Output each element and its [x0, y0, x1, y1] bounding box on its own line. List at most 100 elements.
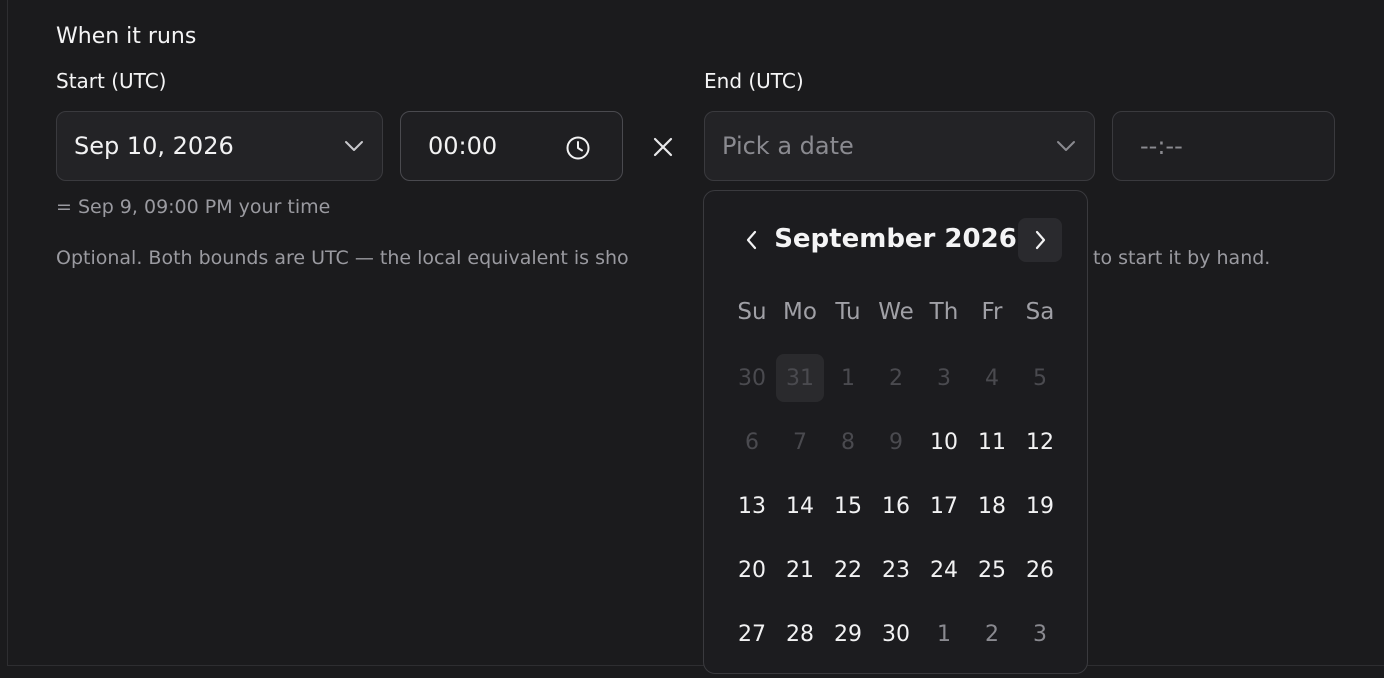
calendar-day-number: 23 [882, 557, 910, 583]
calendar-day-number: 17 [930, 493, 958, 519]
calendar-day-number: 1 [937, 621, 951, 647]
calendar-day-number: 3 [937, 365, 951, 391]
section-title: When it runs [56, 24, 197, 49]
calendar-day-number: 9 [889, 429, 903, 455]
calendar-day-number: 25 [978, 557, 1006, 583]
calendar-day-number: 1 [841, 365, 855, 391]
chevron-right-icon [1035, 230, 1046, 250]
calendar-day-number: 6 [745, 429, 759, 455]
calendar-day-number: 12 [1026, 429, 1054, 455]
weekday-label: We [878, 299, 914, 325]
calendar-day[interactable]: 12 [1016, 410, 1064, 474]
calendar-day[interactable]: 16 [872, 474, 920, 538]
calendar-day[interactable]: 25 [968, 538, 1016, 602]
calendar-day: 1 [824, 346, 872, 410]
calendar-day-number: 26 [1026, 557, 1054, 583]
calendar-day[interactable]: 10 [920, 410, 968, 474]
calendar-day[interactable]: 1 [920, 602, 968, 666]
calendar-day[interactable]: 19 [1016, 474, 1064, 538]
note-text-right: to start it by hand. [1093, 247, 1271, 269]
calendar-day[interactable]: 18 [968, 474, 1016, 538]
start-time-value: 00:00 [428, 132, 498, 160]
note-text-left: Optional. Both bounds are UTC — the loca… [56, 247, 629, 269]
calendar-day: 31 [776, 346, 824, 410]
weekday-header: Su Mo Tu We Th Fr Sa [728, 299, 1064, 325]
weekday-label: Th [929, 299, 959, 325]
calendar-day-number: 13 [738, 493, 766, 519]
calendar-day: 7 [776, 410, 824, 474]
calendar-day: 4 [968, 346, 1016, 410]
start-time-input[interactable]: 00:00 [400, 111, 623, 181]
end-time-input[interactable]: --:-- [1112, 111, 1335, 181]
calendar-day-number: 20 [738, 557, 766, 583]
calendar-day: 9 [872, 410, 920, 474]
calendar-day-number: 2 [889, 365, 903, 391]
start-date-picker[interactable]: Sep 10, 2026 [56, 111, 383, 181]
end-time-placeholder: --:-- [1140, 132, 1183, 160]
calendar-day-number: 5 [1033, 365, 1047, 391]
calendar-day[interactable]: 30 [872, 602, 920, 666]
weekday-label: Mo [783, 299, 817, 325]
end-label: End (UTC) [704, 69, 804, 93]
start-label: Start (UTC) [56, 69, 167, 93]
chevron-down-icon [345, 141, 363, 151]
calendar-day-number: 30 [882, 621, 910, 647]
calendar-day[interactable]: 13 [728, 474, 776, 538]
calendar-day[interactable]: 24 [920, 538, 968, 602]
calendar-day[interactable]: 26 [1016, 538, 1064, 602]
calendar-day-number: 21 [786, 557, 814, 583]
weekday-label: Fr [981, 299, 1003, 325]
start-date-value: Sep 10, 2026 [74, 132, 234, 160]
end-date-picker[interactable]: Pick a date [704, 111, 1095, 181]
calendar-day[interactable]: 27 [728, 602, 776, 666]
calendar-day-number: 16 [882, 493, 910, 519]
calendar-day-number: 19 [1026, 493, 1054, 519]
calendar-day-number: 2 [985, 621, 999, 647]
calendar-day-number: 22 [834, 557, 862, 583]
note-text: Optional. Both bounds are UTC — the loca… [56, 247, 1270, 269]
calendar-day[interactable]: 22 [824, 538, 872, 602]
calendar-day[interactable]: 15 [824, 474, 872, 538]
calendar-popover: September 2026 Su Mo Tu We Th Fr Sa 30 31… [703, 190, 1088, 674]
calendar-day-number: 18 [978, 493, 1006, 519]
calendar-day[interactable]: 28 [776, 602, 824, 666]
weekday-label: Sa [1025, 299, 1055, 325]
calendar-day[interactable]: 11 [968, 410, 1016, 474]
next-month-button[interactable] [1018, 218, 1062, 262]
calendar-day[interactable]: 3 [1016, 602, 1064, 666]
weekday-label: Su [737, 299, 767, 325]
calendar-day-number: 24 [930, 557, 958, 583]
calendar-day[interactable]: 14 [776, 474, 824, 538]
calendar-days-grid: 30 31 1 2 3 4 5 6 7 8 9 10 11 12 13 14 15 16 17 18 19 20 21 22 2… [728, 346, 1064, 666]
calendar-day: 3 [920, 346, 968, 410]
calendar-day-number: 8 [841, 429, 855, 455]
calendar-day-number: 31 [776, 354, 824, 402]
calendar-day-number: 3 [1033, 621, 1047, 647]
calendar-day-number: 10 [930, 429, 958, 455]
calendar-day-number: 4 [985, 365, 999, 391]
calendar-day-number: 30 [738, 365, 766, 391]
calendar-day-number: 15 [834, 493, 862, 519]
calendar-day: 2 [872, 346, 920, 410]
calendar-day[interactable]: 17 [920, 474, 968, 538]
weekday-label: Tu [835, 299, 861, 325]
calendar-day[interactable]: 21 [776, 538, 824, 602]
chevron-down-icon [1057, 141, 1075, 151]
panel-frame [7, 0, 1384, 666]
calendar-day: 6 [728, 410, 776, 474]
calendar-day-number: 7 [793, 429, 807, 455]
calendar-day-number: 29 [834, 621, 862, 647]
calendar-day[interactable]: 29 [824, 602, 872, 666]
calendar-day: 8 [824, 410, 872, 474]
end-date-placeholder: Pick a date [722, 132, 854, 160]
close-icon[interactable] [650, 134, 676, 160]
calendar-day[interactable]: 2 [968, 602, 1016, 666]
calendar-day-number: 27 [738, 621, 766, 647]
calendar-day: 30 [728, 346, 776, 410]
calendar-day[interactable]: 23 [872, 538, 920, 602]
calendar-day: 5 [1016, 346, 1064, 410]
calendar-day-number: 11 [978, 429, 1006, 455]
clock-icon [566, 136, 590, 160]
calendar-day[interactable]: 20 [728, 538, 776, 602]
calendar-day-number: 28 [786, 621, 814, 647]
